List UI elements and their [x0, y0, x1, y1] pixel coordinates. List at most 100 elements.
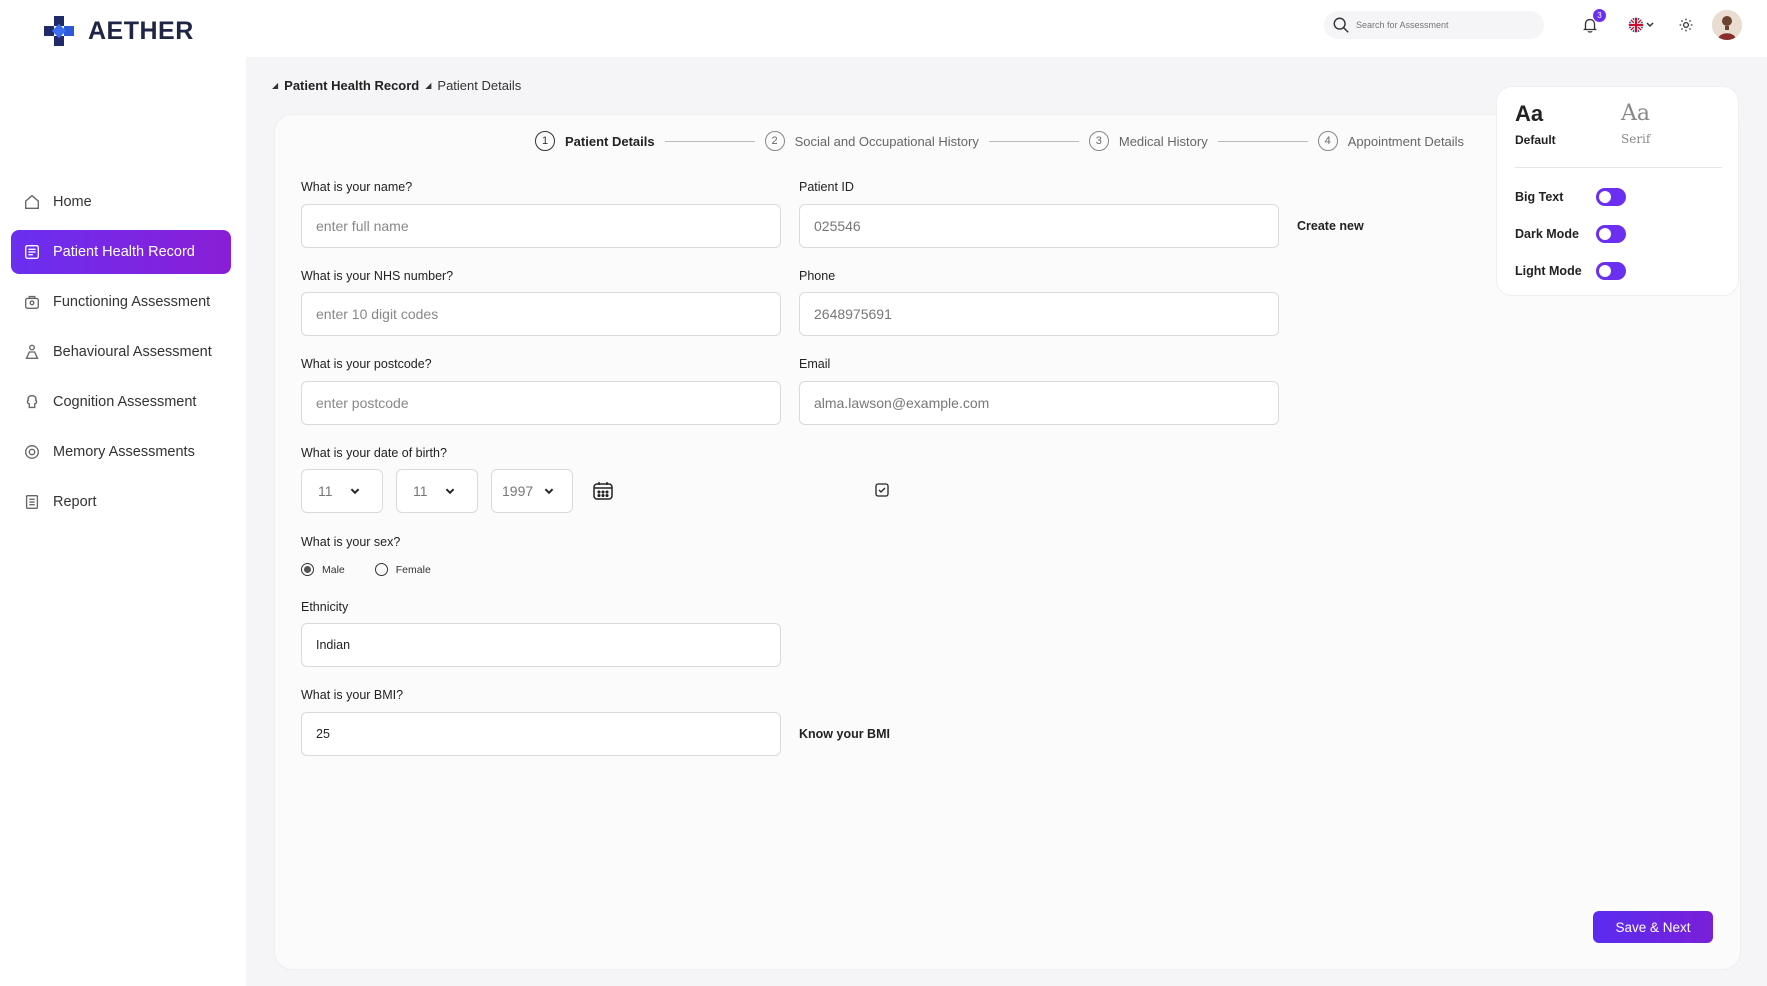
step-number: 1 [535, 131, 555, 151]
sex-label: What is your sex? [301, 535, 401, 549]
step-appointment-details[interactable]: 4 Appointment Details [1317, 131, 1465, 151]
sidebar-item-label: Home [53, 194, 92, 210]
calendar-button[interactable] [592, 481, 614, 506]
radio-label: Male [322, 563, 345, 576]
step-social-occupational-history[interactable]: 2 Social and Occupational History [764, 131, 979, 151]
ethnicity-field[interactable] [301, 623, 781, 667]
phone-input[interactable] [814, 306, 1278, 322]
email-input[interactable] [814, 395, 1278, 411]
breadcrumb-current: Patient Details [437, 78, 522, 93]
big-text-toggle[interactable] [1596, 188, 1626, 206]
font-name: Serif [1621, 132, 1651, 146]
settings-button[interactable] [1675, 14, 1697, 36]
patient-id-input[interactable] [814, 218, 1278, 234]
toggle-label: Light Mode [1515, 264, 1582, 278]
display-settings-panel: Aa Default Aa Serif Big Text Dark Mode L… [1496, 86, 1739, 296]
uk-flag-icon [1628, 17, 1644, 33]
create-new-link[interactable]: Create new [1297, 219, 1364, 233]
dob-checkbox[interactable] [875, 483, 889, 502]
sidebar-item-report[interactable]: Report [11, 480, 231, 524]
calendar-icon [593, 482, 613, 500]
panel-divider [1515, 167, 1722, 168]
step-number: 3 [1088, 131, 1109, 151]
bmi-input[interactable] [316, 727, 780, 741]
postcode-input[interactable] [316, 395, 780, 411]
language-selector[interactable] [1624, 14, 1658, 36]
sidebar-item-cognition-assessment[interactable]: Cognition Assessment [11, 380, 231, 424]
know-your-bmi-link[interactable]: Know your BMI [799, 727, 890, 741]
sidebar-item-label: Report [53, 494, 97, 510]
checkbox-checked-icon [875, 483, 889, 497]
sidebar-item-patient-health-record[interactable]: Patient Health Record [11, 230, 231, 274]
search-input[interactable] [1356, 20, 1526, 30]
name-input[interactable] [316, 218, 780, 234]
breadcrumb-root[interactable]: Patient Health Record [284, 78, 419, 93]
dob-month-value: 11 [413, 483, 428, 499]
home-icon [21, 191, 43, 213]
nhs-label: What is your NHS number? [301, 269, 454, 283]
font-option-serif[interactable]: Aa Serif [1621, 101, 1650, 146]
breadcrumb-arrow-icon: ◢ [272, 81, 279, 90]
gear-icon [1679, 18, 1693, 32]
phone-field[interactable] [799, 292, 1279, 336]
light-mode-toggle[interactable] [1596, 262, 1626, 280]
avatar[interactable] [1712, 10, 1742, 40]
radio-label: Female [395, 563, 431, 576]
name-field[interactable] [301, 204, 781, 248]
font-option-default[interactable]: Aa Default [1515, 101, 1556, 147]
step-connector [664, 140, 755, 142]
step-medical-history[interactable]: 3 Medical History [1088, 131, 1208, 151]
sidebar-item-home[interactable]: Home [11, 180, 231, 224]
sex-radio-male[interactable]: Male [301, 563, 345, 576]
step-patient-details[interactable]: 1 Patient Details [535, 131, 655, 151]
sidebar-item-label: Patient Health Record [53, 244, 195, 260]
bmi-field[interactable] [301, 712, 781, 756]
sex-radio-female[interactable]: Female [374, 563, 431, 576]
radio-selected-icon [301, 563, 314, 576]
font-sample: Aa [1621, 101, 1651, 126]
step-connector [1217, 140, 1308, 142]
nhs-field[interactable] [301, 292, 781, 336]
toggle-row-dark-mode: Dark Mode [1515, 225, 1626, 243]
search-bar[interactable] [1324, 11, 1544, 39]
stepper: 1 Patient Details 2 Social and Occupatio… [535, 131, 1464, 151]
brain-icon [21, 391, 43, 413]
step-label: Medical History [1118, 133, 1208, 149]
dob-year-select[interactable]: 1997 [491, 469, 573, 513]
nhs-input[interactable] [316, 306, 780, 322]
report-icon [21, 491, 43, 513]
step-number: 2 [764, 131, 785, 151]
functioning-icon [21, 291, 43, 313]
step-label: Appointment Details [1347, 133, 1465, 149]
patient-id-label: Patient ID [799, 180, 854, 194]
logo-mark-icon [44, 16, 74, 46]
ethnicity-label: Ethnicity [301, 600, 349, 614]
step-number: 4 [1317, 131, 1338, 151]
notifications-button[interactable]: 3 [1579, 9, 1606, 36]
sidebar-item-functioning-assessment[interactable]: Functioning Assessment [11, 280, 231, 324]
name-label: What is your name? [301, 180, 413, 194]
save-next-button[interactable]: Save & Next [1593, 911, 1713, 943]
font-name: Default [1515, 133, 1556, 147]
chevron-down-icon [350, 488, 359, 495]
notification-badge: 3 [1593, 9, 1606, 22]
email-field[interactable] [799, 381, 1279, 425]
user-avatar-icon [1712, 10, 1742, 40]
topbar: 3 [246, 0, 1767, 57]
patient-id-field[interactable] [799, 204, 1279, 248]
dob-day-select[interactable]: 11 [301, 469, 383, 513]
chevron-down-icon [1646, 22, 1654, 28]
sidebar-item-behavioural-assessment[interactable]: Behavioural Assessment [11, 330, 231, 374]
dob-month-select[interactable]: 11 [396, 469, 478, 513]
sidebar: AETHER Home Patient Health Record Functi… [0, 0, 246, 986]
sidebar-item-memory-assessments[interactable]: Memory Assessments [11, 430, 231, 474]
logo[interactable]: AETHER [44, 16, 194, 46]
step-label: Social and Occupational History [794, 133, 979, 149]
ethnicity-input[interactable] [316, 638, 780, 652]
breadcrumb: ◢ Patient Health Record ◢ Patient Detail… [272, 78, 521, 93]
postcode-field[interactable] [301, 381, 781, 425]
dark-mode-toggle[interactable] [1596, 225, 1626, 243]
brand-name: AETHER [88, 16, 194, 45]
radio-unselected-icon [374, 563, 388, 576]
step-connector [988, 140, 1079, 142]
